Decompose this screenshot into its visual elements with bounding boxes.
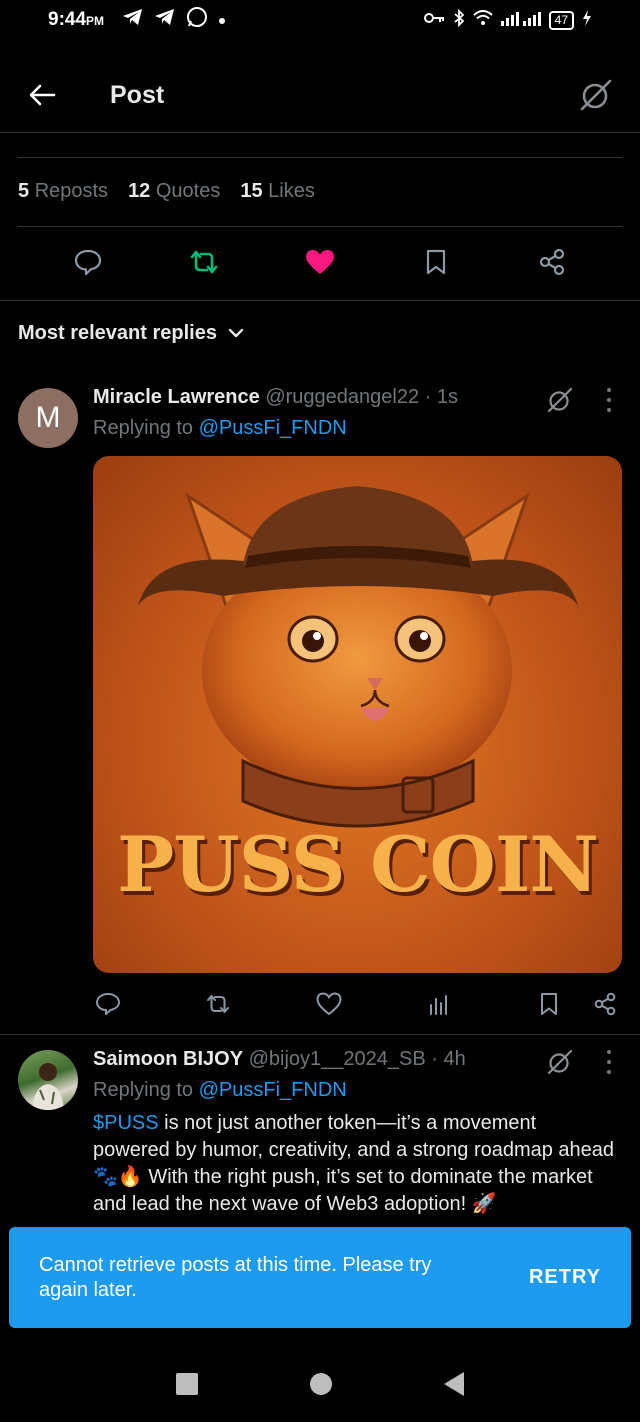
analytics-icon[interactable] bbox=[424, 989, 454, 1019]
error-snackbar: Cannot retrieve posts at this time. Plea… bbox=[9, 1227, 631, 1328]
reply-actions bbox=[93, 989, 620, 1019]
quotes-stat[interactable]: 12 Quotes bbox=[128, 180, 220, 203]
reply-icon[interactable] bbox=[70, 244, 106, 280]
share-icon[interactable] bbox=[534, 244, 570, 280]
author-name[interactable]: Miracle Lawrence bbox=[93, 386, 260, 408]
signal-icon bbox=[500, 10, 541, 30]
grok-icon[interactable] bbox=[546, 386, 574, 414]
reply-author-line: Saimoon BIJOY @bijoy1__2024_SB · 4h bbox=[93, 1048, 466, 1071]
telegram-icon bbox=[122, 7, 144, 33]
replies-sort-dropdown[interactable]: Most relevant replies bbox=[18, 322, 245, 345]
top-app-bar: Post bbox=[0, 60, 640, 130]
post-stats: 5 Reposts 12 Quotes 15 Likes bbox=[18, 180, 315, 203]
divider bbox=[0, 1034, 640, 1035]
battery-icon: 47 bbox=[548, 10, 574, 30]
avatar[interactable] bbox=[18, 1050, 78, 1110]
reply-body: $PUSS is not just another token—it’s a m… bbox=[93, 1112, 615, 1215]
system-nav-bar bbox=[0, 1345, 640, 1422]
retry-button[interactable]: RETRY bbox=[529, 1266, 601, 1289]
likes-stat[interactable]: 15 Likes bbox=[240, 180, 315, 203]
header-divider bbox=[0, 132, 640, 133]
vpn-key-icon bbox=[423, 11, 445, 29]
author-name[interactable]: Saimoon BIJOY bbox=[93, 1048, 243, 1070]
divider bbox=[18, 226, 622, 227]
chevron-down-icon bbox=[227, 322, 245, 345]
status-time: 9:44PM bbox=[48, 9, 105, 30]
home-button[interactable] bbox=[310, 1372, 332, 1395]
replying-to-link[interactable]: @PussFi_FNDN bbox=[199, 417, 347, 439]
recents-button[interactable] bbox=[176, 1372, 198, 1395]
replies-sort-label: Most relevant replies bbox=[18, 322, 217, 344]
share-icon[interactable] bbox=[590, 989, 620, 1019]
bookmark-icon[interactable] bbox=[418, 244, 454, 280]
author-handle[interactable]: @bijoy1__2024_SB · 4h bbox=[249, 1048, 466, 1070]
repost-icon[interactable] bbox=[186, 244, 222, 280]
whatsapp-icon bbox=[186, 6, 208, 34]
snackbar-message: Cannot retrieve posts at this time. Plea… bbox=[39, 1253, 432, 1301]
notification-dot-icon bbox=[218, 9, 226, 31]
heart-icon[interactable] bbox=[314, 989, 344, 1019]
status-bar: 9:44PM 47 bbox=[0, 0, 640, 40]
heart-filled-icon[interactable] bbox=[302, 244, 338, 280]
back-button[interactable] bbox=[444, 1371, 464, 1396]
grok-icon[interactable] bbox=[546, 1048, 574, 1076]
bluetooth-icon bbox=[453, 8, 465, 31]
divider bbox=[18, 157, 622, 158]
telegram-icon-2 bbox=[154, 7, 176, 33]
replying-to-link[interactable]: @PussFi_FNDN bbox=[199, 1079, 347, 1101]
reply-icon[interactable] bbox=[93, 989, 123, 1019]
more-options-icon[interactable] bbox=[604, 388, 614, 412]
reposts-stat[interactable]: 5 Reposts bbox=[18, 180, 108, 203]
post-actions bbox=[0, 244, 640, 284]
replying-to: Replying to @PussFi_FNDN bbox=[93, 417, 347, 439]
author-handle[interactable]: @ruggedangel22 · 1s bbox=[265, 386, 458, 408]
wifi-icon bbox=[472, 10, 493, 30]
reply-author-line: Miracle Lawrence @ruggedangel22 · 1s bbox=[93, 386, 458, 409]
back-arrow-icon[interactable] bbox=[26, 79, 58, 111]
image-caption-text: PUSS COIN bbox=[117, 820, 599, 909]
repost-icon[interactable] bbox=[203, 989, 233, 1019]
cashtag-link[interactable]: $PUSS bbox=[93, 1112, 159, 1134]
avatar[interactable]: M bbox=[18, 388, 78, 448]
page-title: Post bbox=[110, 80, 165, 109]
replying-to: Replying to @PussFi_FNDN bbox=[93, 1079, 347, 1101]
charging-icon bbox=[582, 10, 592, 30]
bookmark-icon[interactable] bbox=[534, 989, 564, 1019]
divider bbox=[0, 300, 640, 301]
more-options-icon[interactable] bbox=[604, 1050, 614, 1074]
grok-icon[interactable] bbox=[578, 77, 614, 113]
